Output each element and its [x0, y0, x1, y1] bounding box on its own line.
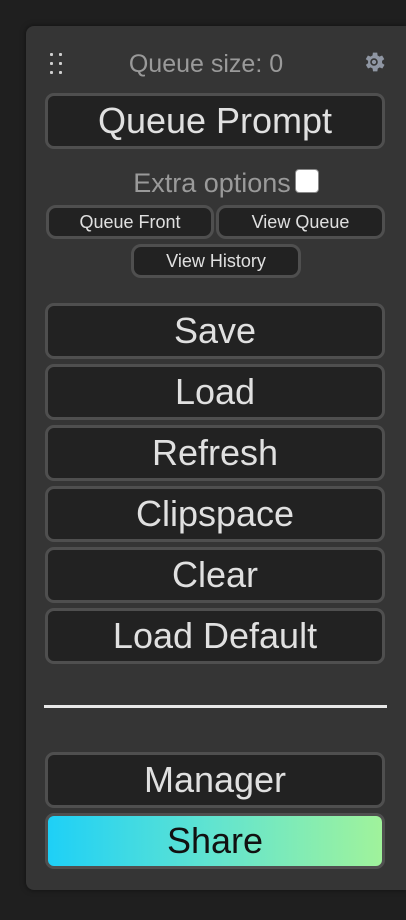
save-button[interactable]: Save: [45, 303, 385, 359]
view-history-button[interactable]: View History: [131, 244, 301, 278]
refresh-button[interactable]: Refresh: [45, 425, 385, 481]
queue-prompt-button[interactable]: Queue Prompt: [45, 93, 385, 149]
view-queue-button[interactable]: View Queue: [216, 205, 385, 239]
extra-options-label: Extra options: [133, 168, 291, 198]
gear-icon[interactable]: [361, 49, 387, 75]
clear-button[interactable]: Clear: [45, 547, 385, 603]
load-default-button[interactable]: Load Default: [45, 608, 385, 664]
menu-divider: [44, 705, 387, 708]
comfy-menu-panel: Queue size: 0 Queue Prompt Extra options…: [26, 26, 406, 890]
drag-handle-icon[interactable]: [50, 53, 64, 75]
queue-front-button[interactable]: Queue Front: [46, 205, 214, 239]
manager-button[interactable]: Manager: [45, 752, 385, 808]
clipspace-button[interactable]: Clipspace: [45, 486, 385, 542]
share-button[interactable]: Share: [45, 813, 385, 869]
load-button[interactable]: Load: [45, 364, 385, 420]
queue-size-label: Queue size: 0: [128, 50, 284, 78]
extra-options: Extra options: [86, 166, 366, 200]
extra-options-checkbox[interactable]: [294, 169, 319, 193]
